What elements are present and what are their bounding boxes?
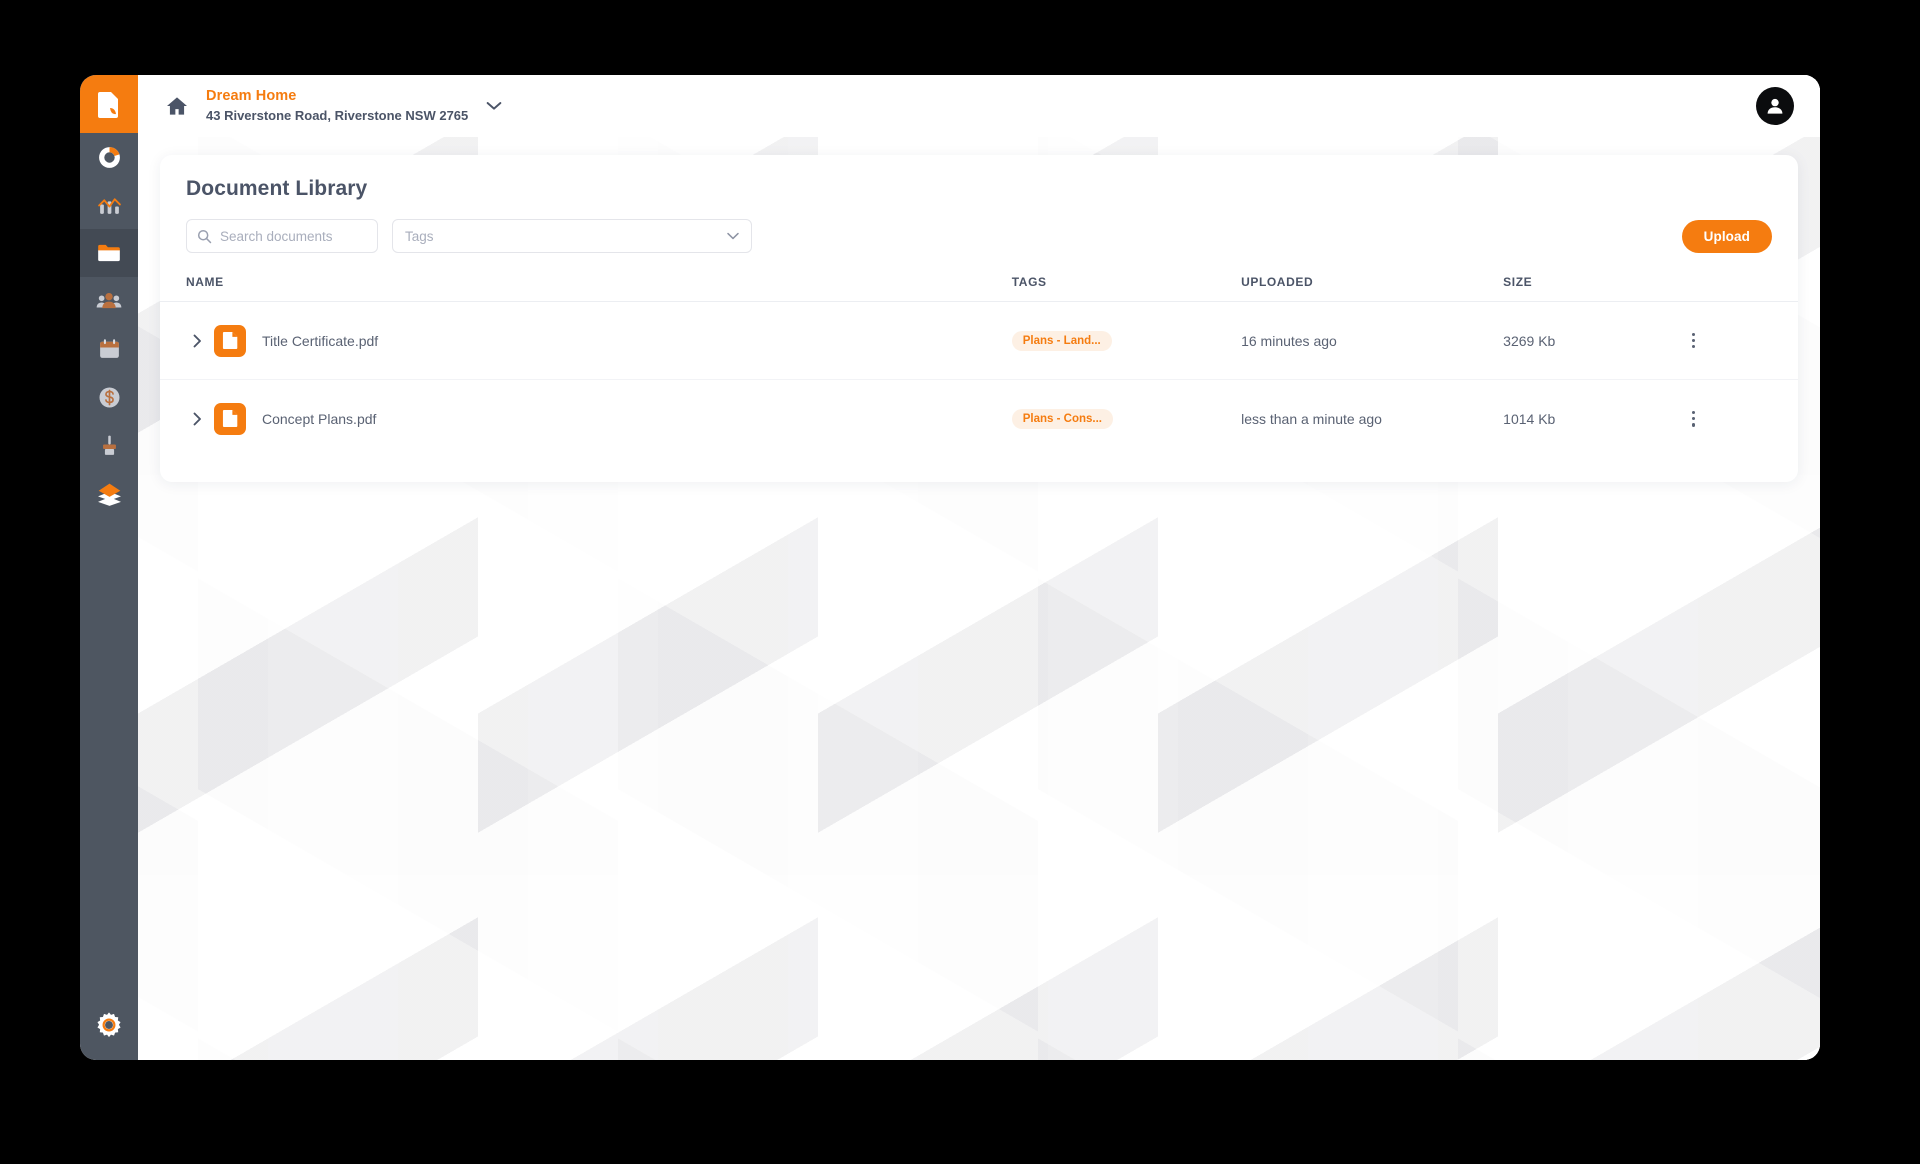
sidebar-item-selections[interactable] <box>80 421 138 469</box>
application-window: Dream Home 43 Riverstone Road, Riverston… <box>80 75 1820 1060</box>
table-header: NAME TAGS UPLOADED SIZE <box>160 275 1798 302</box>
upload-button[interactable]: Upload <box>1681 219 1772 253</box>
filter-row: Tags Upload <box>160 219 1798 253</box>
layers-icon <box>97 483 121 506</box>
cell-uploaded: 16 minutes ago <box>1241 301 1504 380</box>
paint-brush-icon <box>102 435 116 455</box>
sidebar-item-contacts[interactable] <box>80 277 138 325</box>
cell-name: Title Certificate.pdf <box>160 301 1012 380</box>
chevron-down-icon <box>727 232 739 240</box>
search-icon <box>197 229 212 243</box>
cell-size: 3269 Kb <box>1503 301 1684 380</box>
calendar-icon <box>99 338 119 358</box>
page-title: Document Library <box>186 177 368 200</box>
people-icon <box>96 292 122 309</box>
pdf-file-icon[interactable] <box>214 324 246 357</box>
tags-filter-label: Tags <box>405 228 434 244</box>
main-content-column: Dream Home 43 Riverstone Road, Riverston… <box>138 75 1820 1060</box>
sidebar-item-settings[interactable] <box>80 990 138 1060</box>
top-bar: Dream Home 43 Riverstone Road, Riverston… <box>138 75 1820 137</box>
kebab-menu-icon[interactable] <box>1683 332 1703 349</box>
search-input[interactable] <box>220 228 367 244</box>
cell-size: 1014 Kb <box>1503 410 1556 427</box>
cell-uploaded: less than a minute ago <box>1241 410 1382 427</box>
document-logo-icon <box>98 92 118 118</box>
file-name[interactable]: Concept Plans.pdf <box>262 411 376 427</box>
column-header-tags[interactable]: TAGS <box>1011 275 1242 302</box>
column-header-name[interactable]: NAME <box>160 275 1012 302</box>
file-name[interactable]: Title Certificate.pdf <box>262 333 378 349</box>
sidebar-item-finance[interactable] <box>80 373 138 421</box>
primary-sidebar <box>80 75 138 1060</box>
property-name: Dream Home <box>206 88 297 104</box>
chevron-right-icon[interactable] <box>186 334 208 348</box>
tag-chip[interactable]: Plans - Land... <box>1011 330 1112 351</box>
column-header-actions <box>1683 275 1798 302</box>
app-logo[interactable] <box>80 75 138 133</box>
chevron-down-icon[interactable] <box>486 101 502 111</box>
kebab-menu-icon[interactable] <box>1683 410 1703 427</box>
table-row[interactable]: Title Certificate.pdf Plans - Land... 16… <box>160 301 1798 380</box>
chevron-right-icon[interactable] <box>186 412 208 426</box>
tag-chip[interactable]: Plans - Cons... <box>1011 408 1114 429</box>
table-row[interactable]: Concept Plans.pdf Plans - Cons... less t… <box>160 380 1798 458</box>
bar-chart-icon <box>97 197 121 214</box>
gear-icon <box>97 1012 121 1038</box>
folder-icon <box>98 244 120 262</box>
cell-actions <box>1683 380 1798 458</box>
table-body: Title Certificate.pdf Plans - Land... 16… <box>160 301 1798 458</box>
sidebar-item-stages[interactable] <box>80 469 138 517</box>
documents-table: NAME TAGS UPLOADED SIZE Title Certificat… <box>160 275 1798 458</box>
sidebar-item-dashboard[interactable] <box>80 133 138 181</box>
sidebar-item-analytics[interactable] <box>80 181 138 229</box>
cell-actions <box>1683 301 1798 380</box>
tags-filter-select[interactable]: Tags <box>392 219 752 253</box>
cell-tags: Plans - Cons... <box>1011 380 1241 458</box>
column-header-size[interactable]: SIZE <box>1503 275 1684 302</box>
document-library-card: Document Library Tags <box>160 155 1798 482</box>
sidebar-item-documents[interactable] <box>80 229 138 277</box>
table-header-row: NAME TAGS UPLOADED SIZE <box>160 275 1798 302</box>
content-area: Document Library Tags <box>138 137 1820 1060</box>
search-input-wrapper[interactable] <box>186 219 378 253</box>
property-selector[interactable]: Dream Home 43 Riverstone Road, Riverston… <box>206 88 468 124</box>
donut-chart-icon <box>98 146 120 168</box>
cell-name: Concept Plans.pdf <box>160 380 1012 458</box>
home-icon[interactable] <box>166 96 188 116</box>
sidebar-item-schedule[interactable] <box>80 325 138 373</box>
cell-tags: Plans - Land... <box>1011 301 1242 380</box>
user-avatar-icon <box>1767 98 1783 114</box>
column-header-uploaded[interactable]: UPLOADED <box>1241 275 1504 302</box>
property-address: 43 Riverstone Road, Riverstone NSW 2765 <box>206 108 469 123</box>
dollar-circle-icon <box>99 387 119 407</box>
avatar[interactable] <box>1756 87 1794 125</box>
pdf-file-icon[interactable] <box>214 402 246 435</box>
